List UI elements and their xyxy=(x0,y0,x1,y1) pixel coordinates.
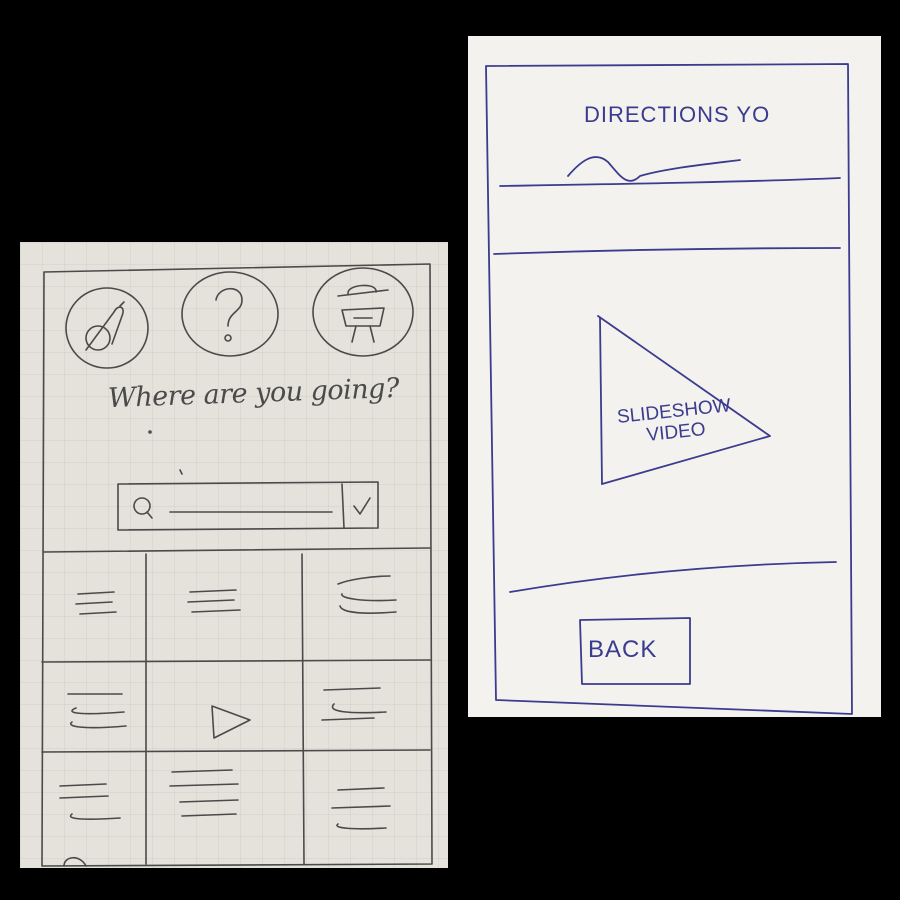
confirm-checkmark-button[interactable] xyxy=(344,484,378,528)
mobile-screen-sketch: Where are you going? xyxy=(20,242,448,868)
directions-screen-sketch: DIRECTIONS YO SLIDESHOW VIDEO BACK xyxy=(468,36,881,717)
help-button[interactable] xyxy=(182,272,278,356)
play-button[interactable] xyxy=(208,702,254,742)
search-input[interactable] xyxy=(150,484,340,528)
directions-squiggle xyxy=(567,156,741,182)
directions-title: DIRECTIONS YO xyxy=(584,102,771,127)
directions-button[interactable] xyxy=(66,288,148,368)
header-divider xyxy=(43,547,431,553)
water-fountain-button[interactable] xyxy=(313,268,413,356)
slideshow-video-player[interactable] xyxy=(600,320,760,480)
back-button[interactable] xyxy=(580,620,690,684)
bottom-peek-sketch xyxy=(63,856,87,867)
